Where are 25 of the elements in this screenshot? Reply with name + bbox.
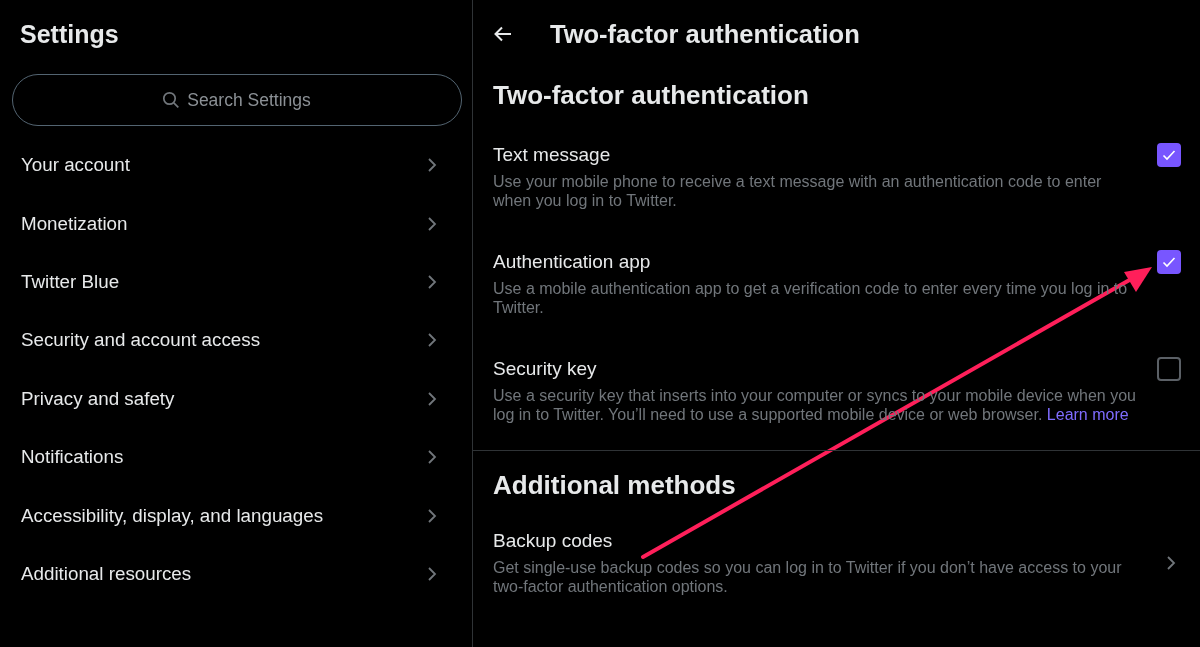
page-title: Two-factor authentication xyxy=(550,19,860,49)
sidebar-title: Settings xyxy=(20,19,119,50)
settings-menu-item[interactable]: Monetization xyxy=(0,194,462,253)
option-description: Get single-use backup codes so you can log in to Twitter if you don’t have access to your two-factor authentication options. xyxy=(493,558,1123,596)
option-title: Security key xyxy=(493,358,597,380)
settings-menu-item[interactable]: Additional resources xyxy=(0,544,462,604)
search-icon xyxy=(162,91,180,109)
back-arrow-icon[interactable] xyxy=(493,24,513,44)
settings-menu-item[interactable]: Accessibility, display, and languages xyxy=(0,486,462,545)
option-title: Text message xyxy=(493,144,611,166)
checkbox[interactable] xyxy=(1157,357,1181,381)
settings-menu-item[interactable]: Security and account access xyxy=(0,311,462,370)
learn-more-link[interactable]: Learn more xyxy=(1046,406,1129,423)
option-title: Authentication app xyxy=(493,251,651,273)
settings-menu-item[interactable]: Twitter Blue xyxy=(0,252,462,312)
checkbox[interactable] xyxy=(1157,250,1181,274)
section-heading: Additional methods xyxy=(493,469,736,501)
settings-menu-item[interactable]: Privacy and safety xyxy=(0,369,462,428)
settings-menu-item[interactable]: Your account xyxy=(0,136,462,195)
settings-menu-item[interactable]: Notifications xyxy=(0,427,462,487)
option-title: Backup codes xyxy=(493,530,613,552)
section-heading: Two-factor authentication xyxy=(493,79,809,111)
search-field[interactable]: Search Settings xyxy=(12,74,462,126)
option-description: Use your mobile phone to receive a text message with an authentication code to enter when you log in to Twitter. xyxy=(493,172,1103,210)
checkbox[interactable] xyxy=(1157,143,1181,167)
